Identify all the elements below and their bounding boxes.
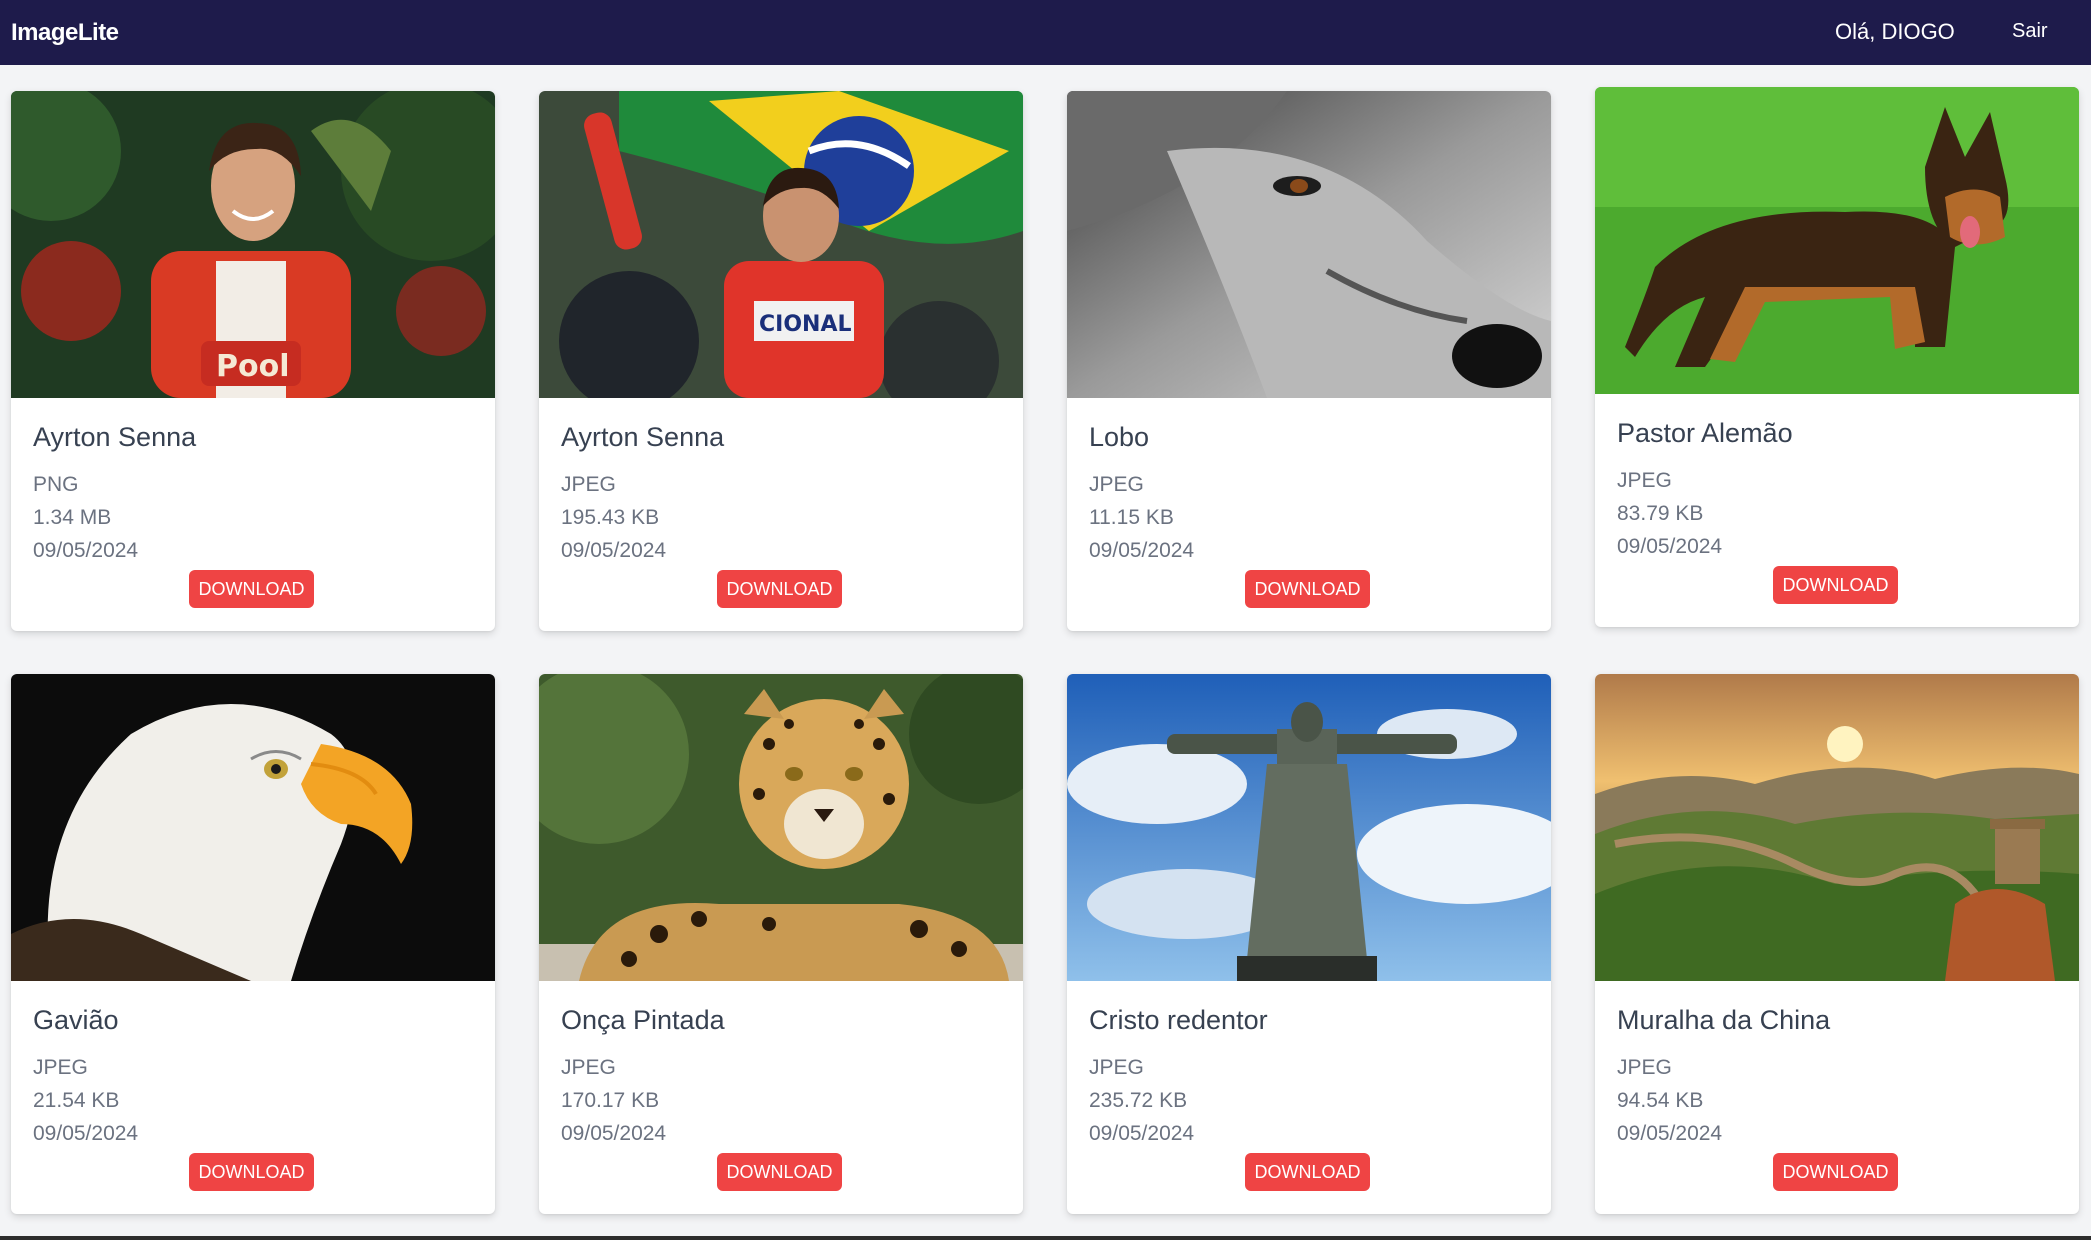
image-extension: JPEG [561, 473, 616, 496]
user-greeting: Olá, DIOGO [1835, 19, 1955, 44]
image-upload-date: 09/05/2024 [1089, 539, 1195, 562]
ayrton-senna-flag-image[interactable]: CIONAL [539, 91, 1023, 398]
image-title: Pastor Alemão [1617, 418, 1793, 448]
ayrton-senna-portrait-image[interactable]: Pool [11, 91, 495, 398]
image-size: 94.54 KB [1617, 1089, 1704, 1112]
image-card: CIONAL Ayrton Senna JPEG 195.43 KB 09/05… [539, 91, 1023, 631]
image-size: 170.17 KB [561, 1089, 660, 1112]
download-button[interactable]: DOWNLOAD [717, 1153, 842, 1191]
svg-text:CIONAL: CIONAL [759, 312, 852, 337]
eagle-image[interactable] [11, 674, 495, 981]
download-button[interactable]: DOWNLOAD [189, 570, 314, 608]
image-card: Lobo JPEG 11.15 KB 09/05/2024 DOWNLOAD [1067, 91, 1551, 631]
image-size: 195.43 KB [561, 506, 660, 529]
image-extension: JPEG [1617, 1056, 1672, 1079]
image-card: Onça Pintada JPEG 170.17 KB 09/05/2024 D… [539, 674, 1023, 1214]
image-card: Pool Ayrton Senna PNG 1.34 MB 09/05/2024… [11, 91, 495, 631]
image-card: Pastor Alemão JPEG 83.79 KB 09/05/2024 D… [1595, 87, 2079, 627]
image-upload-date: 09/05/2024 [561, 1122, 667, 1145]
image-title: Ayrton Senna [33, 422, 197, 452]
image-title: Lobo [1089, 422, 1150, 452]
image-size: 11.15 KB [1089, 506, 1174, 529]
bottom-border [0, 1236, 2091, 1240]
great-wall-image[interactable] [1595, 674, 2079, 981]
image-extension: PNG [33, 473, 79, 496]
image-size: 21.54 KB [33, 1089, 120, 1112]
image-size: 83.79 KB [1617, 502, 1704, 525]
image-extension: JPEG [1089, 473, 1144, 496]
image-title: Muralha da China [1617, 1005, 1831, 1035]
download-button[interactable]: DOWNLOAD [189, 1153, 314, 1191]
download-button[interactable]: DOWNLOAD [1245, 1153, 1370, 1191]
image-title: Gavião [33, 1005, 119, 1035]
image-size: 1.34 MB [33, 506, 112, 529]
image-upload-date: 09/05/2024 [1089, 1122, 1195, 1145]
image-upload-date: 09/05/2024 [561, 539, 667, 562]
wolf-image[interactable] [1067, 91, 1551, 398]
image-upload-date: 09/05/2024 [1617, 535, 1723, 558]
image-upload-date: 09/05/2024 [1617, 1122, 1723, 1145]
image-upload-date: 09/05/2024 [33, 1122, 139, 1145]
logout-link[interactable]: Sair [2012, 20, 2048, 43]
image-upload-date: 09/05/2024 [33, 539, 139, 562]
image-extension: JPEG [1617, 469, 1672, 492]
image-title: Onça Pintada [561, 1005, 725, 1035]
image-extension: JPEG [561, 1056, 616, 1079]
image-card: Muralha da China JPEG 94.54 KB 09/05/202… [1595, 674, 2079, 1214]
christ-redeemer-image[interactable] [1067, 674, 1551, 981]
jaguar-image[interactable] [539, 674, 1023, 981]
image-extension: JPEG [33, 1056, 88, 1079]
svg-text:Pool: Pool [216, 349, 290, 384]
download-button[interactable]: DOWNLOAD [1773, 1153, 1898, 1191]
download-button[interactable]: DOWNLOAD [1773, 566, 1898, 604]
image-size: 235.72 KB [1089, 1089, 1188, 1112]
image-card: Gavião JPEG 21.54 KB 09/05/2024 DOWNLOAD [11, 674, 495, 1214]
german-shepherd-image[interactable] [1595, 87, 2079, 394]
brand-logo[interactable]: ImageLite [11, 19, 119, 47]
top-navbar: ImageLite Olá, DIOGO Sair [0, 0, 2091, 65]
download-button[interactable]: DOWNLOAD [1245, 570, 1370, 608]
image-title: Ayrton Senna [561, 422, 725, 452]
download-button[interactable]: DOWNLOAD [717, 570, 842, 608]
image-extension: JPEG [1089, 1056, 1144, 1079]
image-title: Cristo redentor [1089, 1005, 1268, 1035]
image-card: Cristo redentor JPEG 235.72 KB 09/05/202… [1067, 674, 1551, 1214]
